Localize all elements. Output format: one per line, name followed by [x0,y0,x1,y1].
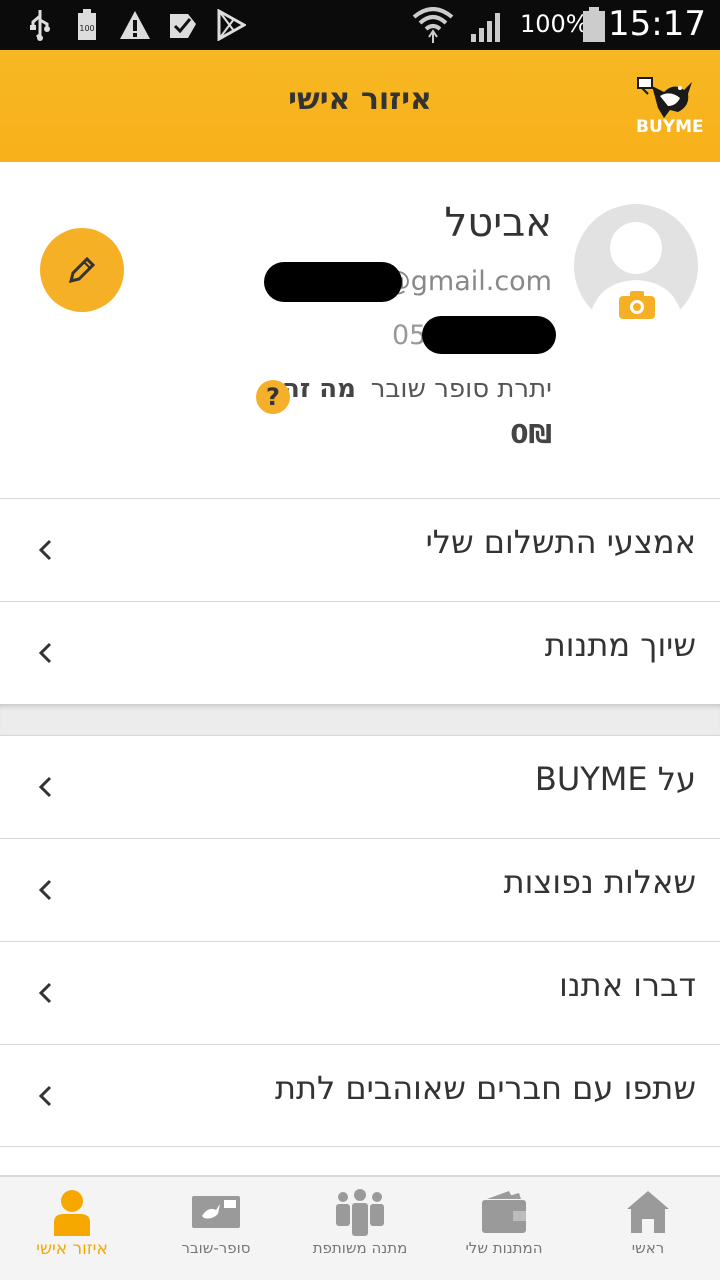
menu-item-label: שתפו עם חברים שאוהבים לתת [274,1069,696,1107]
chevron-left-icon [36,772,56,802]
chevron-left-icon [36,638,56,668]
edit-profile-button[interactable] [40,228,124,312]
battery-100-icon: 100 [76,8,98,42]
menu-item-contact-us[interactable]: דברו אתנו [0,941,720,1044]
pencil-icon [68,256,96,284]
status-bar: 100 100% 15:17 [0,0,720,50]
menu-item-faq[interactable]: שאלות נפוצות [0,838,720,941]
nav-tab-super-voucher[interactable]: סופר-שובר [144,1177,288,1282]
menu-item-label: דברו אתנו [559,966,696,1004]
chevron-left-icon [36,875,56,905]
battery-percent: 100% [520,10,589,38]
wifi-icon [412,7,454,43]
menu-item-label: שאלות נפוצות [503,863,696,901]
nav-tab-group-gift[interactable]: מתנה משותפת [288,1177,432,1282]
profile-name: אביטל [444,200,552,246]
person-icon [0,1185,144,1239]
home-icon [576,1185,720,1239]
chevron-left-icon [36,1081,56,1111]
page-title: איזור אישי [288,82,432,117]
bottom-nav: איזור אישי סופר-שובר מתנה משותפת המתנות … [0,1175,720,1280]
menu-item-about[interactable]: על BUYME [0,735,720,838]
balance-value: 0₪ [510,420,552,450]
section-divider [0,704,720,736]
menu-item-share[interactable]: שתפו עם חברים שאוהבים לתת [0,1044,720,1147]
nav-label: ראשי [631,1239,665,1257]
chevron-left-icon [36,978,56,1008]
phone-redaction [422,316,556,354]
signal-icon [468,8,506,42]
what-is-this-link[interactable]: מה זה [282,374,356,404]
nav-label: איזור אישי [36,1239,108,1259]
nav-label: סופר-שובר [181,1239,251,1257]
camera-icon[interactable] [617,288,657,320]
clock: 15:17 [608,4,706,44]
help-icon[interactable]: ? [256,380,290,414]
menu-item-label: אמצעי התשלום שלי [425,523,696,561]
menu-item-gift-assignment[interactable]: שיוך מתנות [0,601,720,704]
checkbox-icon [168,8,198,42]
logo-text: BUYME [636,117,704,136]
nav-tab-personal-area[interactable]: איזור אישי [0,1177,144,1282]
svg-text:100: 100 [79,24,94,33]
group-icon [288,1185,432,1239]
menu-item-label: שיוך מתנות [544,626,696,664]
nav-tab-home[interactable]: ראשי [576,1177,720,1282]
email-redaction [264,262,402,302]
warning-icon [118,8,152,42]
menu-item-label: על BUYME [534,760,696,798]
super-voucher-balance-label: יתרת סופר שובר [370,374,552,404]
play-store-icon [216,8,246,42]
profile-email: @gmail.com [383,266,552,297]
menu-item-payment-methods[interactable]: אמצעי התשלום שלי [0,498,720,601]
app-bar: איזור אישי [0,50,720,162]
nav-tab-my-gifts[interactable]: המתנות שלי [432,1177,576,1282]
nav-label: מתנה משותפת [312,1239,408,1257]
voucher-card-icon [144,1185,288,1239]
battery-icon [580,7,608,42]
buyme-logo[interactable]: BUYME [630,72,714,137]
wallet-icon [432,1185,576,1239]
chevron-left-icon [36,535,56,565]
usb-icon [26,8,54,42]
nav-label: המתנות שלי [465,1239,543,1257]
